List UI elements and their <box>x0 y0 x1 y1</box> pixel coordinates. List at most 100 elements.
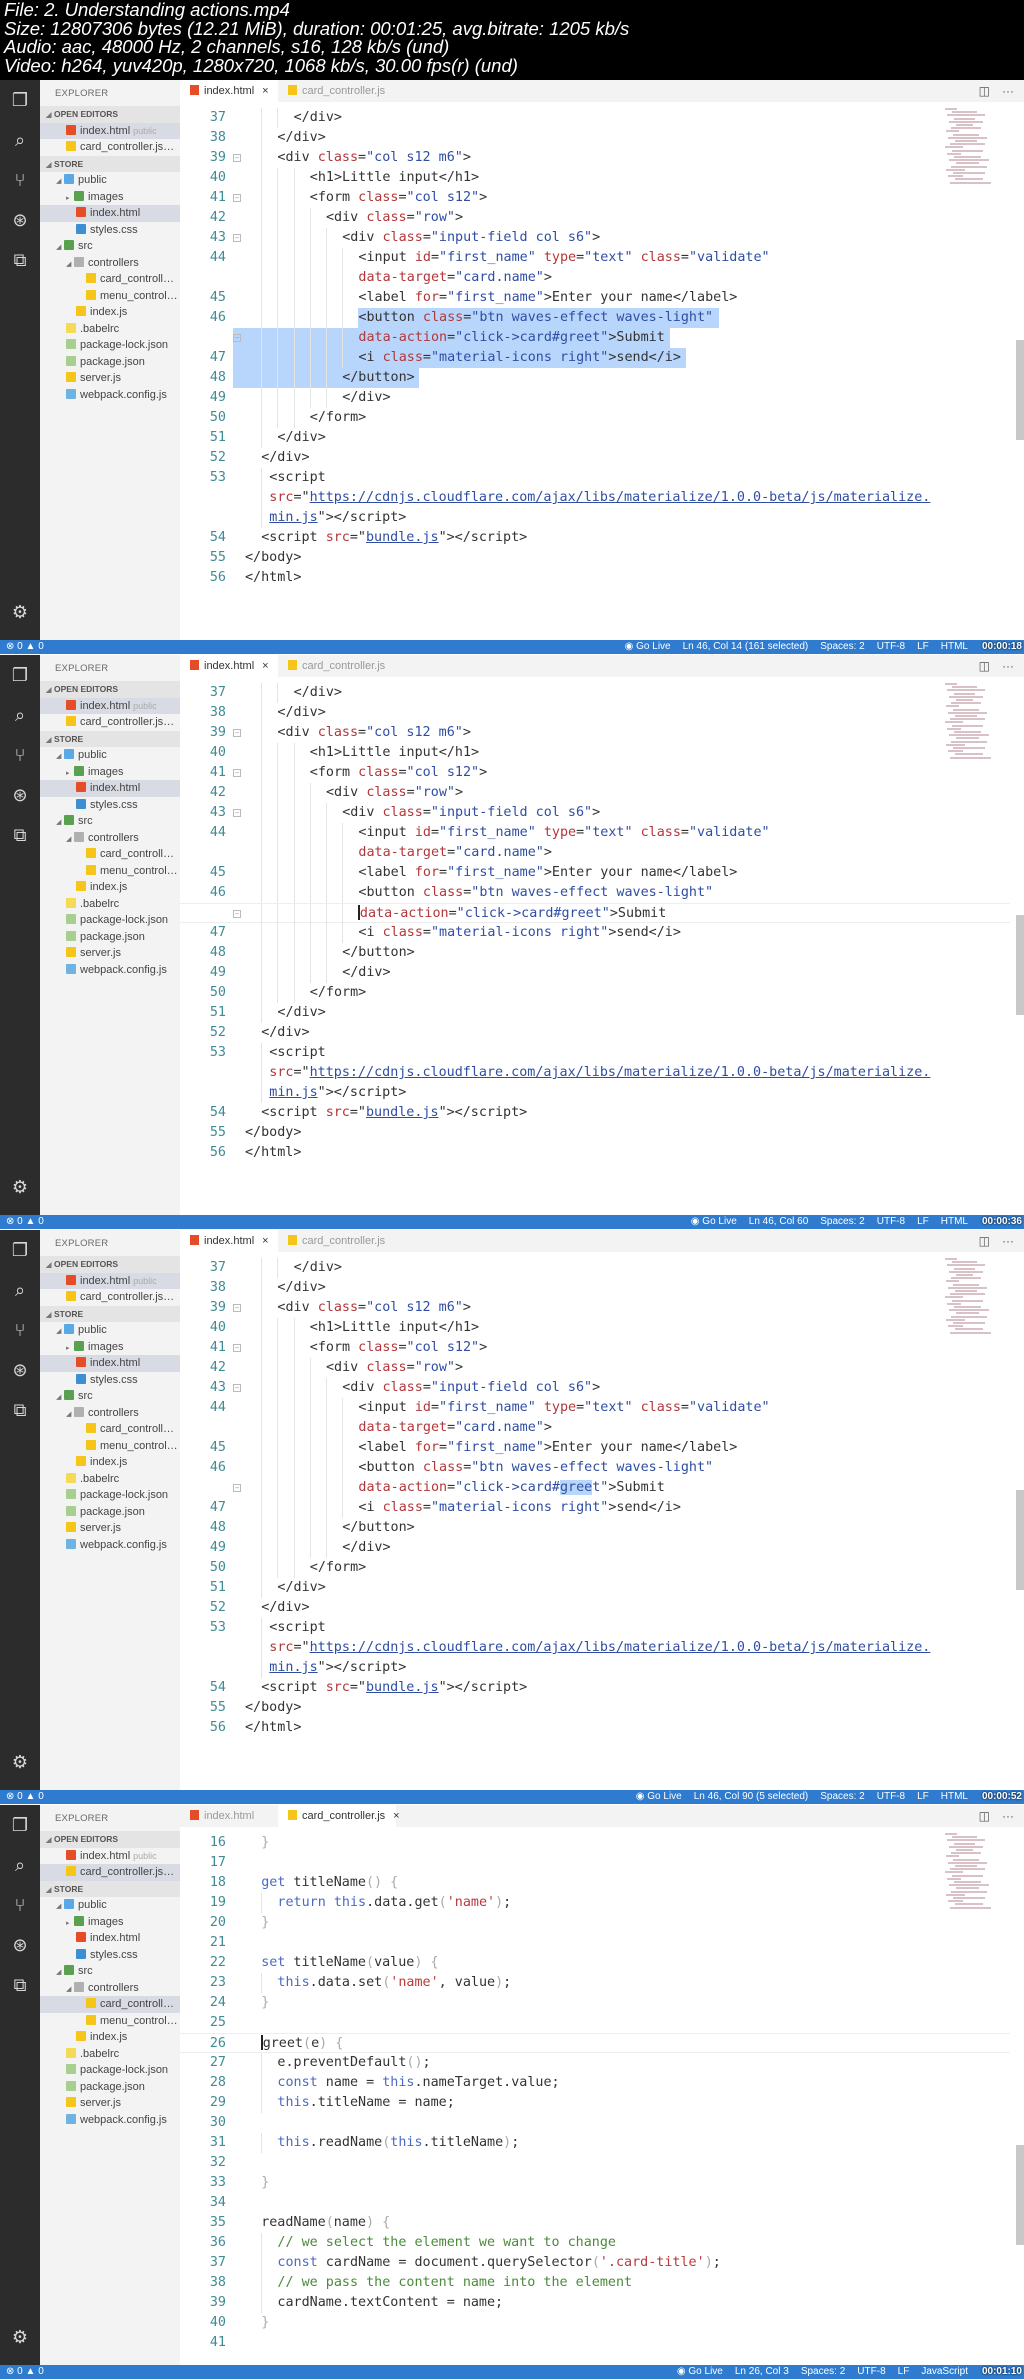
tab-card-controller-js[interactable]: card_controller.js × <box>278 1805 400 1827</box>
fold-icon[interactable]: − <box>233 1344 241 1352</box>
vertical-scrollbar[interactable] <box>1016 914 1024 1015</box>
folder-item[interactable]: ◢ controllers <box>40 830 180 847</box>
minimap[interactable] <box>945 1258 991 1338</box>
section-header[interactable]: ◢ STORE <box>40 730 180 747</box>
file-item[interactable]: card_controller.js <box>40 1421 180 1438</box>
section-header[interactable]: ◢ OPEN EDITORS <box>40 681 180 698</box>
fold-icon[interactable]: − <box>233 154 241 162</box>
file-item[interactable]: index.js <box>40 2029 180 2046</box>
debug-icon[interactable]: ⊛ <box>8 1358 32 1382</box>
file-item[interactable]: index.html <box>40 780 180 797</box>
extensions-icon[interactable]: ⧉ <box>8 823 32 847</box>
minimap[interactable] <box>945 1833 991 1913</box>
file-item[interactable]: index.html <box>40 1355 180 1372</box>
vertical-scrollbar[interactable] <box>1016 2145 1024 2246</box>
file-item[interactable]: menu_controller... <box>40 2013 180 2030</box>
file-item[interactable]: index.html public <box>40 1848 180 1865</box>
file-item[interactable]: card_controller.js sr... <box>40 1289 180 1306</box>
file-item[interactable]: server.js <box>40 370 180 387</box>
fold-icon[interactable]: − <box>233 1304 241 1312</box>
code-editor[interactable]: 37 </div> 38 </div> 39− <div class="col s12 m… <box>180 1252 1024 1790</box>
file-item[interactable]: index.html public <box>40 122 180 139</box>
encoding[interactable]: UTF-8 <box>877 1215 905 1229</box>
source-control-icon[interactable]: ⑂ <box>8 168 32 192</box>
indentation[interactable]: Spaces: 2 <box>820 640 864 654</box>
extensions-icon[interactable]: ⧉ <box>8 1973 32 1997</box>
section-header[interactable]: ◢ STORE <box>40 1305 180 1322</box>
tab-card-controller-js[interactable]: card_controller.js <box>278 1230 396 1252</box>
encoding[interactable]: UTF-8 <box>877 640 905 654</box>
search-icon[interactable]: ⌕ <box>8 703 32 727</box>
search-icon[interactable]: ⌕ <box>8 1278 32 1302</box>
folder-item[interactable]: ◢ src <box>40 813 180 830</box>
file-item[interactable]: package.json <box>40 1504 180 1521</box>
fold-icon[interactable]: − <box>233 729 241 737</box>
folder-item[interactable]: ◢ controllers <box>40 1405 180 1422</box>
file-item[interactable]: package-lock.json <box>40 2062 180 2079</box>
file-item[interactable]: package-lock.json <box>40 912 180 929</box>
source-control-icon[interactable]: ⑂ <box>8 1318 32 1342</box>
folder-item[interactable]: ▸ images <box>40 1914 180 1931</box>
indentation[interactable]: Spaces: 2 <box>801 2365 845 2379</box>
folder-item[interactable]: ◢ public <box>40 747 180 764</box>
fold-icon[interactable]: − <box>233 1484 241 1492</box>
cursor-position[interactable]: Ln 46, Col 60 <box>749 1215 809 1229</box>
folder-item[interactable]: ◢ src <box>40 1963 180 1980</box>
file-item[interactable]: webpack.config.js <box>40 2112 180 2129</box>
debug-icon[interactable]: ⊛ <box>8 1933 32 1957</box>
close-tab-icon[interactable]: × <box>393 1810 399 1822</box>
go-live-button[interactable]: ◉ Go Live <box>677 2365 723 2379</box>
fold-icon[interactable]: − <box>233 1384 241 1392</box>
fold-icon[interactable]: − <box>233 809 241 817</box>
more-actions-icon[interactable]: ··· <box>1002 1809 1014 1823</box>
file-item[interactable]: webpack.config.js <box>40 387 180 404</box>
section-header[interactable]: ◢ STORE <box>40 1880 180 1897</box>
vertical-scrollbar[interactable] <box>1016 339 1024 440</box>
go-live-button[interactable]: ◉ Go Live <box>636 1790 682 1804</box>
file-item[interactable]: index.js <box>40 1454 180 1471</box>
file-item[interactable]: server.js <box>40 2095 180 2112</box>
close-tab-icon[interactable]: × <box>262 85 268 97</box>
code-editor[interactable]: 16} 17 18 get titleName() {19 return this.da… <box>180 1827 1024 2365</box>
more-actions-icon[interactable]: ··· <box>1002 84 1014 98</box>
file-item[interactable]: package-lock.json <box>40 337 180 354</box>
file-item[interactable]: package.json <box>40 354 180 371</box>
file-item[interactable]: card_controller.js <box>40 271 180 288</box>
end-of-line[interactable]: LF <box>917 640 929 654</box>
problems-indicator[interactable]: ⊗ 0 ▲ 0 <box>6 1215 44 1229</box>
file-item[interactable]: index.js <box>40 879 180 896</box>
section-header[interactable]: ◢ STORE <box>40 155 180 172</box>
folder-item[interactable]: ◢ controllers <box>40 255 180 272</box>
explorer-icon[interactable]: ❐ <box>8 88 32 112</box>
indentation[interactable]: Spaces: 2 <box>820 1790 864 1804</box>
folder-item[interactable]: ◢ src <box>40 1388 180 1405</box>
problems-indicator[interactable]: ⊗ 0 ▲ 0 <box>6 640 44 654</box>
fold-icon[interactable]: − <box>233 334 241 342</box>
folder-item[interactable]: ◢ public <box>40 1897 180 1914</box>
extensions-icon[interactable]: ⧉ <box>8 1398 32 1422</box>
section-header[interactable]: ◢ OPEN EDITORS <box>40 1831 180 1848</box>
file-item[interactable]: index.html <box>40 1930 180 1947</box>
minimap[interactable] <box>945 108 991 188</box>
settings-gear-icon[interactable]: ⚙ <box>8 2325 32 2349</box>
end-of-line[interactable]: LF <box>898 2365 910 2379</box>
file-item[interactable]: server.js <box>40 1520 180 1537</box>
file-item[interactable]: menu_controller... <box>40 863 180 880</box>
folder-item[interactable]: ▸ images <box>40 764 180 781</box>
cursor-position[interactable]: Ln 46, Col 14 (161 selected) <box>683 640 809 654</box>
cursor-position[interactable]: Ln 46, Col 90 (5 selected) <box>694 1790 809 1804</box>
explorer-icon[interactable]: ❐ <box>8 663 32 687</box>
split-editor-icon[interactable]: ◫ <box>979 1234 990 1248</box>
explorer-icon[interactable]: ❐ <box>8 1238 32 1262</box>
language-mode[interactable]: HTML <box>941 1215 968 1229</box>
folder-item[interactable]: ◢ src <box>40 238 180 255</box>
file-item[interactable]: card_controller.js sr... <box>40 1864 180 1881</box>
file-item[interactable]: card_controller.js sr... <box>40 139 180 156</box>
fold-icon[interactable]: − <box>233 769 241 777</box>
end-of-line[interactable]: LF <box>917 1790 929 1804</box>
go-live-button[interactable]: ◉ Go Live <box>625 640 671 654</box>
indentation[interactable]: Spaces: 2 <box>820 1215 864 1229</box>
language-mode[interactable]: HTML <box>941 1790 968 1804</box>
folder-item[interactable]: ◢ controllers <box>40 1980 180 1997</box>
problems-indicator[interactable]: ⊗ 0 ▲ 0 <box>6 2365 44 2379</box>
